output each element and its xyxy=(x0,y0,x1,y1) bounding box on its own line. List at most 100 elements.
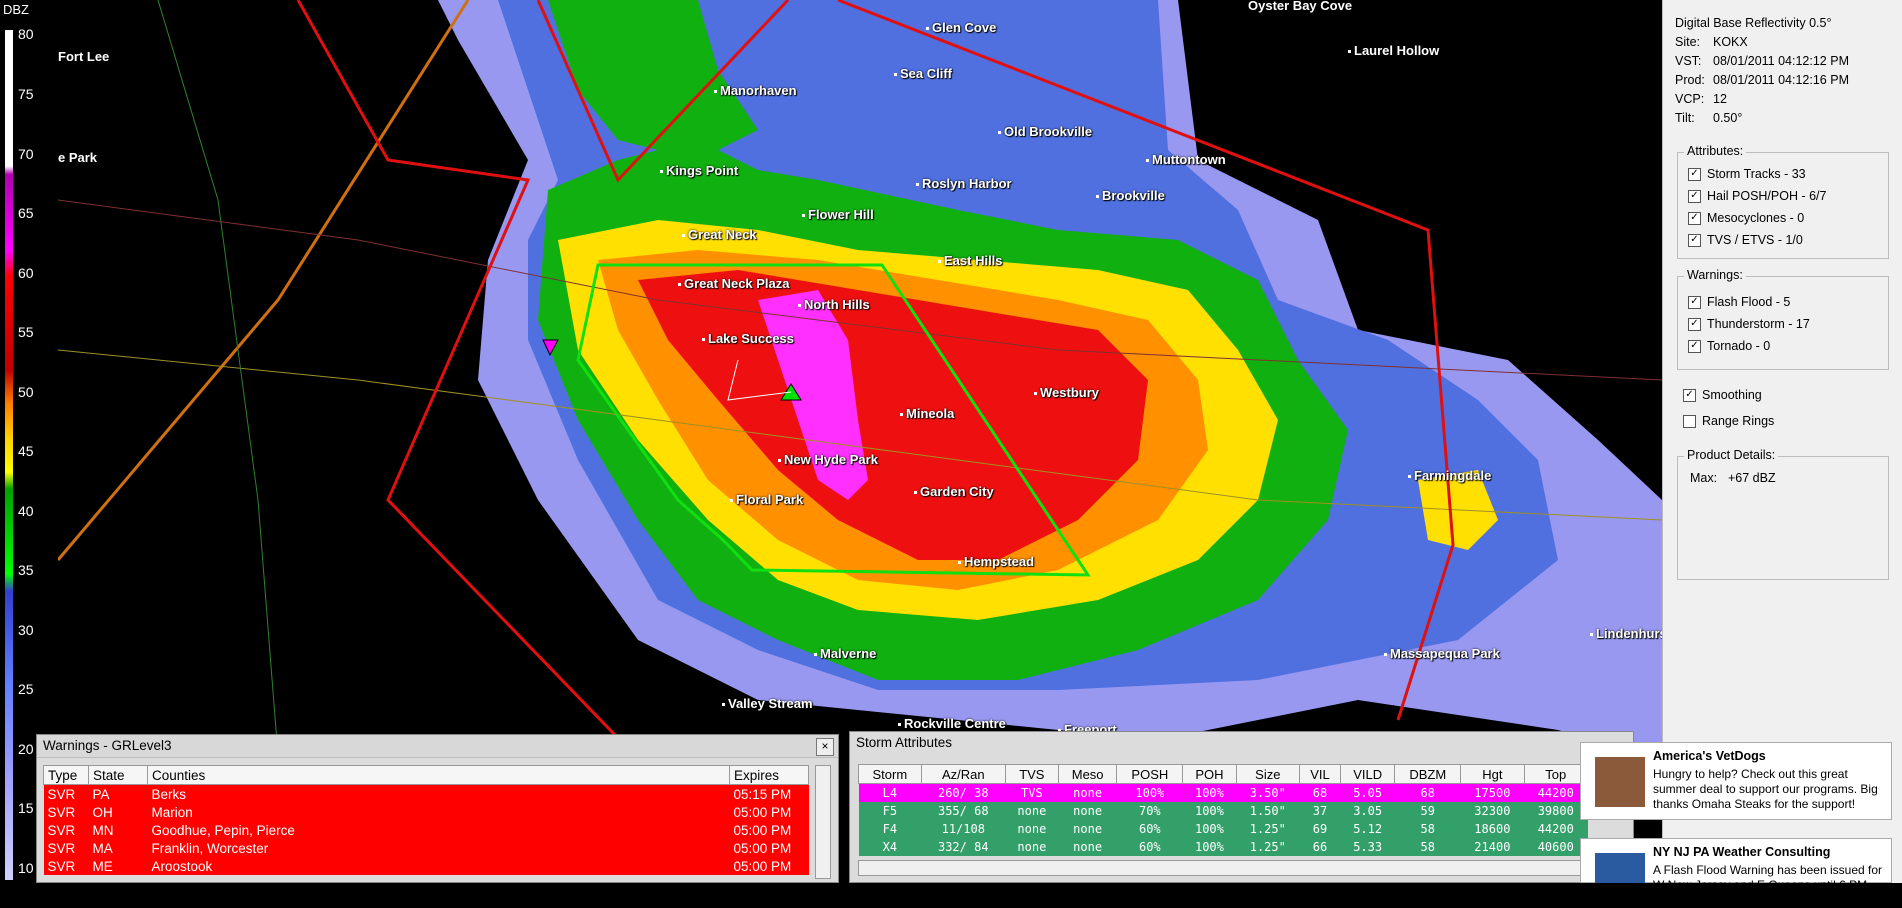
town-label: e Park xyxy=(58,150,98,165)
column-header[interactable]: VIL xyxy=(1298,764,1341,784)
tornado-checkbox[interactable]: ✓ Tornado - 0 xyxy=(1688,335,1888,357)
check-icon: ✓ xyxy=(1688,339,1701,353)
notification-title: NY NJ PA Weather Consulting xyxy=(1653,845,1831,859)
storm-attributes-window[interactable]: Storm Attributes Storm Az/Ran TVS Meso P… xyxy=(849,731,1634,883)
table-cell: 5.05 xyxy=(1353,786,1383,800)
hail-checkbox[interactable]: ✓ Hail POSH/POH - 6/7 xyxy=(1688,185,1888,207)
table-cell: none xyxy=(1073,786,1103,800)
check-icon: ✓ xyxy=(1688,233,1701,247)
column-header[interactable]: VILD xyxy=(1339,764,1396,784)
town-label: Malverne xyxy=(814,646,876,661)
table-cell: 39800 xyxy=(1537,804,1574,818)
check-icon: ✓ xyxy=(1688,295,1701,309)
thunderstorm-checkbox[interactable]: ✓ Thunderstorm - 17 xyxy=(1688,313,1888,335)
check-icon: ✓ xyxy=(1683,388,1696,402)
site-label: Site: xyxy=(1675,35,1701,49)
attributes-legend: Attributes: xyxy=(1684,144,1747,158)
town-label: Kings Point xyxy=(660,163,738,178)
table-row[interactable]: SVR OH Marion 05:00 PM xyxy=(43,803,809,821)
column-header[interactable]: Type xyxy=(43,765,89,785)
close-icon[interactable]: × xyxy=(816,738,834,756)
table-cell: 68 xyxy=(1312,786,1328,800)
notification-card[interactable]: NY NJ PA Weather Consulting A Flash Floo… xyxy=(1580,838,1892,907)
max-label: Max: xyxy=(1690,471,1718,485)
warnings-window[interactable]: Warnings - GRLevel3 × Type State Countie… xyxy=(36,734,839,883)
column-header[interactable]: State xyxy=(88,765,148,785)
column-header[interactable]: POSH xyxy=(1116,764,1184,784)
scale-label: 80 xyxy=(18,26,34,42)
table-row[interactable]: X4 332/ 84 none none 60% 100% 1.25" 66 5.33 58 214… xyxy=(858,838,1588,856)
column-header[interactable]: Top xyxy=(1523,764,1589,784)
town-label: Muttontown xyxy=(1146,152,1226,167)
town-label: Sea Cliff xyxy=(894,66,952,81)
table-cell: 32300 xyxy=(1474,804,1511,818)
check-icon: ✓ xyxy=(1688,189,1701,203)
mesocyclones-checkbox[interactable]: ✓ Mesocyclones - 0 xyxy=(1688,207,1888,229)
table-cell: 11/108 xyxy=(941,822,985,836)
table-cell: F5 xyxy=(882,804,898,818)
check-icon: ✓ xyxy=(1688,211,1701,225)
scale-label: 15 xyxy=(18,800,34,816)
column-header[interactable]: Size xyxy=(1235,764,1300,784)
table-row[interactable]: L4 260/ 38 TVS none 100% 100% 3.50" 68 5.05 68 175… xyxy=(858,783,1588,802)
notification-card[interactable]: America's VetDogs Hungry to help? Check … xyxy=(1580,742,1892,820)
column-header[interactable]: POH xyxy=(1182,764,1237,784)
prod-value: 08/01/2011 04:12:16 PM xyxy=(1713,73,1849,87)
column-header[interactable]: Meso xyxy=(1057,764,1118,784)
column-header[interactable]: Storm xyxy=(858,764,922,784)
check-icon: ✓ xyxy=(1688,167,1701,181)
table-cell: 1.50" xyxy=(1249,804,1286,818)
flash-flood-checkbox[interactable]: ✓ Flash Flood - 5 xyxy=(1688,291,1888,313)
table-cell: 18600 xyxy=(1474,822,1511,836)
storm-attributes-table: Storm Az/Ran TVS Meso POSH POH Size VIL … xyxy=(858,764,1589,856)
table-row[interactable]: SVR MA Franklin, Worcester 05:00 PM xyxy=(43,839,809,857)
table-row[interactable]: F4 11/108 none none 60% 100% 1.25" 69 5.12 58 1860… xyxy=(858,820,1588,838)
table-cell: 1.25" xyxy=(1249,840,1286,854)
column-header[interactable]: Counties xyxy=(147,765,730,785)
highway xyxy=(58,0,470,561)
table-cell: X4 xyxy=(882,840,898,854)
table-cell: 59 xyxy=(1420,804,1435,818)
table-row[interactable]: SVR PA Berks 05:15 PM xyxy=(43,784,809,803)
column-header[interactable]: Expires xyxy=(729,765,809,785)
prod-label: Prod: xyxy=(1675,73,1705,87)
town-label: Massapequa Park xyxy=(1384,646,1500,661)
avatar xyxy=(1595,757,1645,807)
max-value: +67 dBZ xyxy=(1728,471,1776,485)
storm-tracks-checkbox[interactable]: ✓ Storm Tracks - 33 xyxy=(1688,163,1888,185)
notification-body: A Flash Flood Warning has been issued fo… xyxy=(1653,863,1883,907)
scale-label: 30 xyxy=(18,622,34,638)
table-cell: none xyxy=(1073,822,1103,836)
table-cell: 3.05 xyxy=(1353,804,1383,818)
town-label: Fort Lee xyxy=(58,49,110,64)
town-label: North Hills xyxy=(798,297,870,312)
table-row[interactable]: SVR MN Goodhue, Pepin, Pierce 05:00 PM xyxy=(43,821,809,839)
scale-label: 55 xyxy=(18,324,34,340)
range-rings-checkbox[interactable]: Range Rings xyxy=(1683,410,1774,432)
column-header[interactable]: TVS xyxy=(1004,764,1059,784)
check-icon: ✓ xyxy=(1688,317,1701,331)
smoothing-checkbox[interactable]: ✓ Smoothing xyxy=(1683,384,1762,406)
table-cell: 260/ 38 xyxy=(937,786,989,800)
column-header[interactable]: Hgt xyxy=(1460,764,1525,784)
scale-unit: DBZ xyxy=(3,2,29,17)
scale-label: 45 xyxy=(18,443,34,459)
town-label: Rockville Centre xyxy=(898,716,1006,731)
vst-value: 08/01/2011 04:12:12 PM xyxy=(1713,54,1849,68)
vertical-scrollbar[interactable] xyxy=(815,765,831,879)
town-label: New Hyde Park xyxy=(778,452,878,467)
tvs-checkbox[interactable]: ✓ TVS / ETVS - 1/0 xyxy=(1688,229,1888,251)
horizontal-scrollbar[interactable] xyxy=(858,860,1590,876)
scale-label: 40 xyxy=(18,503,34,519)
table-cell: 66 xyxy=(1312,840,1328,854)
product-details-group: Product Details: Max: +67 dBZ xyxy=(1677,448,1889,580)
table-cell: 69 xyxy=(1312,822,1328,836)
table-cell: 44200 xyxy=(1537,786,1574,800)
notification-body: Hungry to help? Check out this great sum… xyxy=(1653,767,1878,811)
column-header[interactable]: DBZM xyxy=(1394,764,1462,784)
table-row[interactable]: SVR ME Aroostook 05:00 PM xyxy=(43,857,809,875)
site-value: KOKX xyxy=(1713,35,1748,49)
scale-label: 65 xyxy=(18,205,34,221)
column-header[interactable]: Az/Ran xyxy=(920,764,1006,784)
table-row[interactable]: F5 355/ 68 none none 70% 100% 1.50" 37 3.05 59 323… xyxy=(858,802,1588,820)
